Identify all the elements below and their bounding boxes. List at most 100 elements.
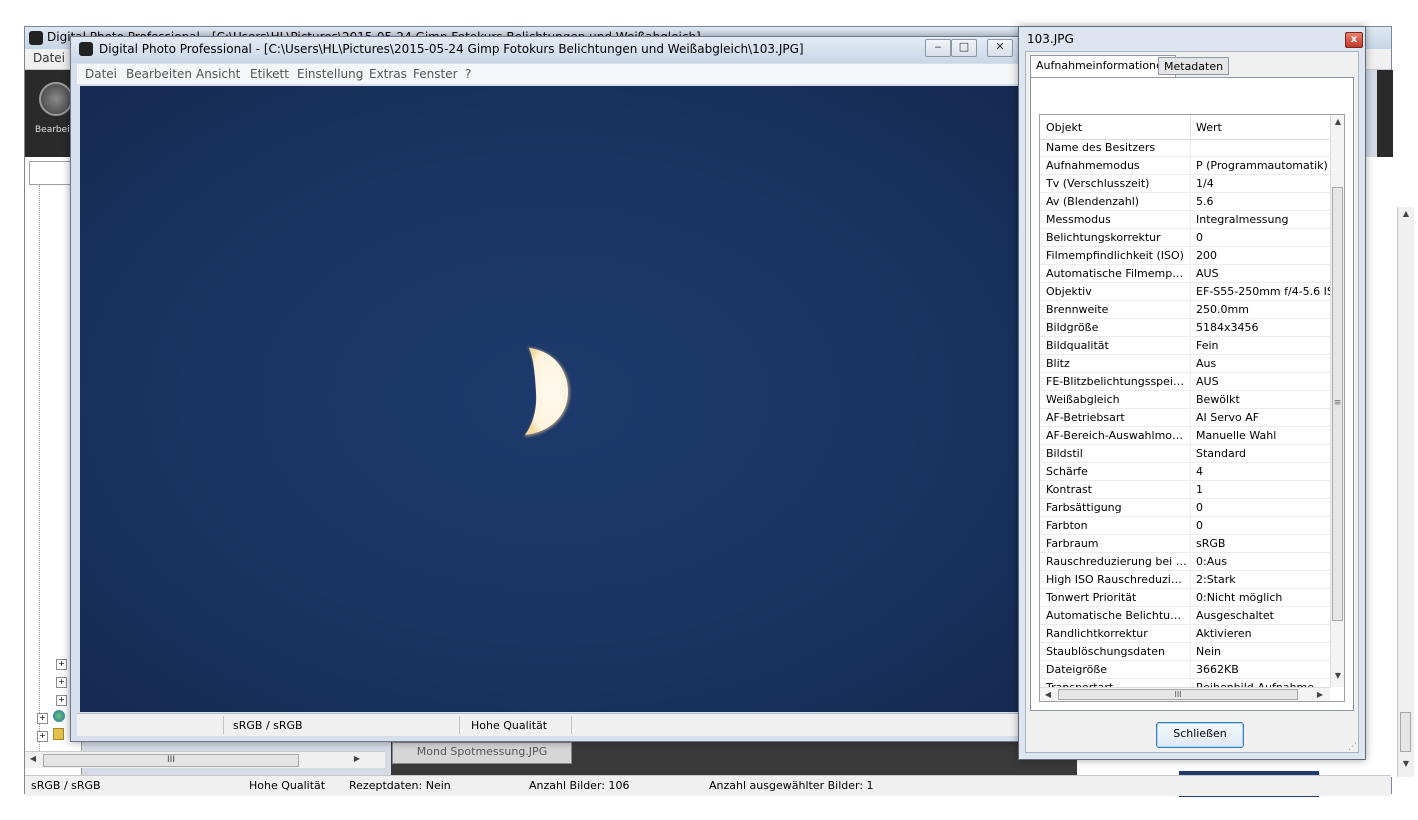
tab-metadaten[interactable]: Metadaten [1158,57,1230,75]
photo-canvas[interactable] [80,86,1020,712]
close-button[interactable]: ✕ [987,39,1013,57]
cell-wert: P (Programmautomatik) [1196,159,1328,172]
dialog-title: 103.JPG [1027,32,1074,46]
scroll-left-icon[interactable]: ◀ [27,754,39,763]
viewer-status-color-space: sRGB / sRGB [233,719,303,732]
cell-objekt: Av (Blendenzahl) [1046,195,1140,208]
menu-bearbeiten[interactable]: Bearbeiten [126,67,192,81]
table-row[interactable]: Av (Blendenzahl) 5.6 [1040,193,1330,211]
table-row[interactable]: Dateigröße 3662KB [1040,661,1330,679]
table-row[interactable]: Bildstil Standard [1040,445,1330,463]
maximize-button[interactable]: □ [951,39,977,57]
column-divider [1190,337,1191,354]
cell-wert: 3662KB [1196,663,1239,676]
table-row[interactable]: Name des Besitzers [1040,139,1330,157]
menu-etikett[interactable]: Etikett [250,67,289,81]
resize-grip-icon[interactable]: ⋰ [1348,742,1357,752]
minimize-button[interactable]: ‒ [925,39,951,57]
cell-objekt: AF-Bereich-Auswahlmodus [1046,429,1188,442]
scroll-thumb[interactable] [1400,712,1411,752]
tree-expand-icon[interactable]: + [56,677,67,688]
filmstrip-tab[interactable]: Mond Spotmessung.JPG [392,742,572,764]
table-row[interactable]: Randlichtkorrektur Aktivieren [1040,625,1330,643]
menu-fenster[interactable]: Fenster [413,67,458,81]
scroll-left-icon[interactable]: ◀ [1042,690,1054,699]
column-divider [1190,589,1191,606]
column-divider [1190,445,1191,462]
table-row[interactable]: Belichtungskorrektur 0 [1040,229,1330,247]
scroll-thumb[interactable]: ≡ [1332,187,1343,621]
cell-objekt: Weißabgleich [1046,393,1120,406]
table-row[interactable]: AF-Betriebsart AI Servo AF [1040,409,1330,427]
table-row[interactable]: Rauschreduzierung bei Lan... 0:Aus [1040,553,1330,571]
cell-objekt: Belichtungskorrektur [1046,231,1161,244]
table-row[interactable]: Filmempfindlichkeit (ISO) 200 [1040,247,1330,265]
column-objekt[interactable]: Objekt [1046,121,1082,134]
table-row[interactable]: Weißabgleich Bewölkt [1040,391,1330,409]
menu-datei[interactable]: Datei [33,51,65,65]
table-row[interactable]: Farbton 0 [1040,517,1330,535]
menu-einstellung[interactable]: Einstellung [297,67,363,81]
scroll-down-icon[interactable]: ▼ [1400,759,1412,768]
scroll-thumb[interactable]: III [43,754,299,767]
scroll-right-icon[interactable]: ▶ [351,754,363,763]
scroll-thumb[interactable]: III [1058,689,1298,700]
cell-objekt: Filmempfindlichkeit (ISO) [1046,249,1184,262]
viewer-title: Digital Photo Professional - [C:\Users\H… [99,42,804,56]
tree-expand-icon[interactable]: + [56,695,67,706]
column-divider [1190,265,1191,282]
table-row[interactable]: Schärfe 4 [1040,463,1330,481]
tree-horizontal-scrollbar[interactable]: ◀ III ▶ [25,751,385,768]
table-row[interactable]: Tv (Verschlusszeit) 1/4 [1040,175,1330,193]
tab-panel: Objekt Wert Name des Besitzers Aufnahmemo… [1030,77,1354,711]
table-row[interactable]: Messmodus Integralmessung [1040,211,1330,229]
table-row[interactable]: Bildqualität Fein [1040,337,1330,355]
cell-wert: 5184x3456 [1196,321,1259,334]
table-vertical-scrollbar[interactable]: ▲ ≡ ▼ [1330,115,1344,687]
tab-aufnahmeinformationen[interactable]: Aufnahmeinformationen [1030,55,1176,77]
table-row[interactable]: Farbsättigung 0 [1040,499,1330,517]
table-row[interactable]: Blitz Aus [1040,355,1330,373]
tree-expand-icon[interactable]: + [37,713,48,724]
menu-datei[interactable]: Datei [85,67,117,81]
cell-objekt: Randlichtkorrektur [1046,627,1148,640]
table-row[interactable]: Automatische Belichtungso... Ausgeschalte… [1040,607,1330,625]
cell-objekt: Automatische Belichtungso... [1046,609,1188,622]
table-row[interactable]: Automatische Filmempfindli... AUS [1040,265,1330,283]
scroll-up-icon[interactable]: ▲ [1332,117,1344,126]
scroll-right-icon[interactable]: ▶ [1314,690,1326,699]
table-row[interactable]: Aufnahmemodus P (Programmautomatik) [1040,157,1330,175]
edit-window-button[interactable] [39,82,73,116]
schliessen-button[interactable]: Schließen [1156,722,1244,748]
table-row[interactable]: Objektiv EF-S55-250mm f/4-5.6 IS II [1040,283,1330,301]
table-row[interactable]: Staublöschungsdaten Nein [1040,643,1330,661]
dialog-close-icon[interactable]: x [1345,32,1363,48]
table-row[interactable]: Brennweite 250.0mm [1040,301,1330,319]
cell-objekt: Messmodus [1046,213,1111,226]
tree-expand-icon[interactable]: + [37,731,48,742]
table-row[interactable]: Kontrast 1 [1040,481,1330,499]
menu-extras[interactable]: Extras [369,67,407,81]
column-divider[interactable] [1190,115,1191,139]
scroll-down-icon[interactable]: ▼ [1332,671,1344,680]
camera-icon [29,31,43,45]
table-row[interactable]: FE-Blitzbelichtungsspeicher... AUS [1040,373,1330,391]
table-row[interactable]: High ISO Rauschreduzierung 2:Stark [1040,571,1330,589]
table-row[interactable]: AF-Bereich-Auswahlmodus Manuelle Wahl [1040,427,1330,445]
viewer-titlebar[interactable]: Digital Photo Professional - [C:\Users\H… [71,37,1029,63]
menu-help[interactable]: ? [465,67,471,81]
status-recipe: Rezeptdaten: Nein [349,779,451,792]
table-row[interactable]: Tonwert Priorität 0:Nicht möglich [1040,589,1330,607]
cell-wert: Integralmessung [1196,213,1289,226]
scroll-up-icon[interactable]: ▲ [1400,209,1412,218]
tree-expand-icon[interactable]: + [56,659,67,670]
cell-wert: 0 [1196,231,1203,244]
column-wert[interactable]: Wert [1196,121,1222,134]
table-horizontal-scrollbar[interactable]: ◀ III ▶ [1040,687,1330,701]
table-row[interactable]: Farbraum sRGB [1040,535,1330,553]
menu-ansicht[interactable]: Ansicht [196,67,240,81]
column-divider [1190,499,1191,516]
main-statusbar: sRGB / sRGB Hohe Qualität Rezeptdaten: N… [25,775,1391,796]
table-row[interactable]: Bildgröße 5184x3456 [1040,319,1330,337]
thumbnail-scrollbar[interactable]: ▲ ▼ [1397,207,1414,777]
